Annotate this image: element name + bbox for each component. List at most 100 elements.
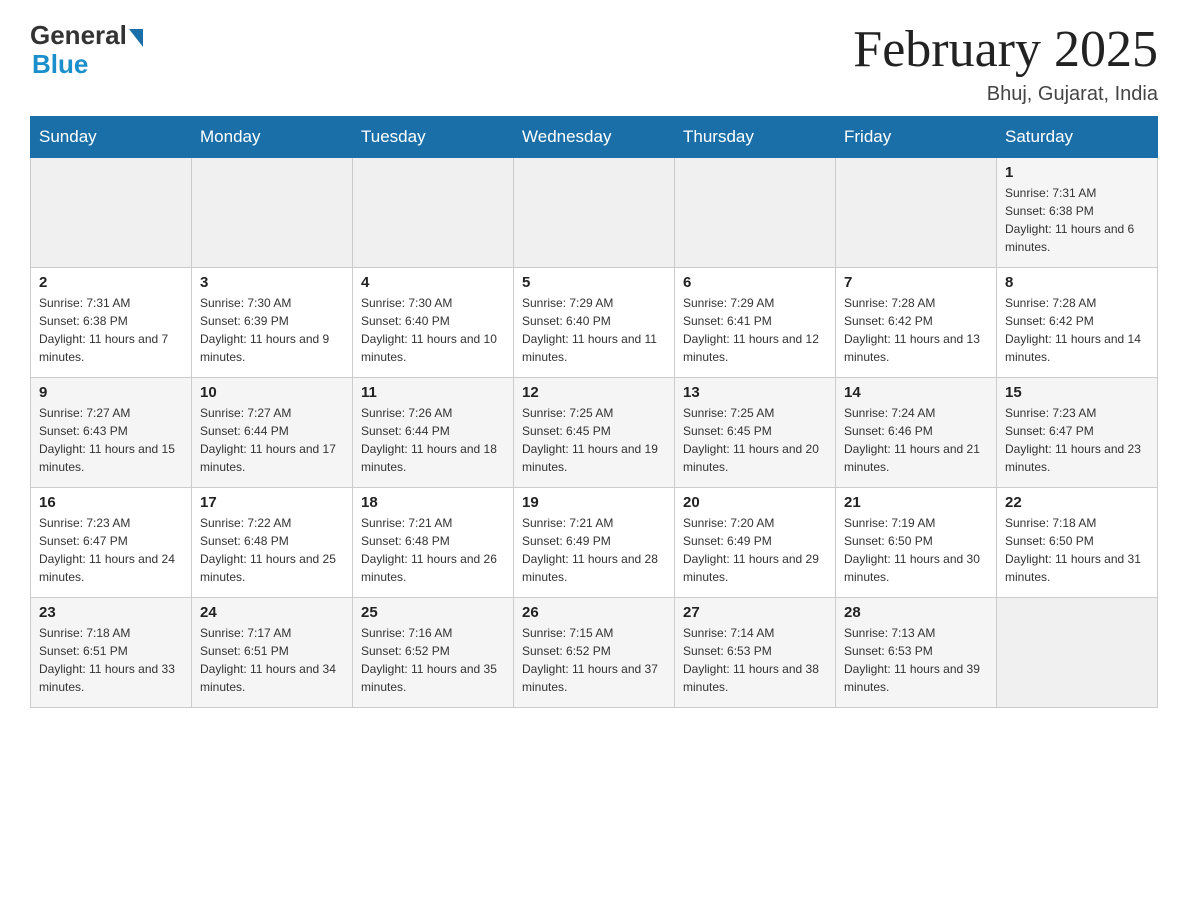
day-info: Sunrise: 7:28 AMSunset: 6:42 PMDaylight:… xyxy=(844,294,988,366)
calendar-cell: 11 Sunrise: 7:26 AMSunset: 6:44 PMDayligh… xyxy=(353,378,514,488)
day-number: 9 xyxy=(39,384,183,401)
calendar-week-row: 23 Sunrise: 7:18 AMSunset: 6:51 PMDayligh… xyxy=(31,598,1158,708)
day-info: Sunrise: 7:29 AMSunset: 6:41 PMDaylight:… xyxy=(683,294,827,366)
day-number: 23 xyxy=(39,604,183,621)
title-block: February 2025 Bhuj, Gujarat, India xyxy=(853,20,1158,106)
day-info: Sunrise: 7:15 AMSunset: 6:52 PMDaylight:… xyxy=(522,624,666,696)
calendar-cell: 10 Sunrise: 7:27 AMSunset: 6:44 PMDayligh… xyxy=(192,378,353,488)
day-number: 2 xyxy=(39,274,183,291)
day-of-week-header: Thursday xyxy=(675,117,836,158)
day-number: 5 xyxy=(522,274,666,291)
day-number: 6 xyxy=(683,274,827,291)
day-info: Sunrise: 7:24 AMSunset: 6:46 PMDaylight:… xyxy=(844,404,988,476)
day-info: Sunrise: 7:21 AMSunset: 6:49 PMDaylight:… xyxy=(522,514,666,586)
day-of-week-header: Sunday xyxy=(31,117,192,158)
day-number: 21 xyxy=(844,494,988,511)
page-header: General Blue February 2025 Bhuj, Gujarat… xyxy=(30,20,1158,106)
day-info: Sunrise: 7:14 AMSunset: 6:53 PMDaylight:… xyxy=(683,624,827,696)
day-number: 15 xyxy=(1005,384,1149,401)
day-info: Sunrise: 7:18 AMSunset: 6:51 PMDaylight:… xyxy=(39,624,183,696)
calendar-cell: 26 Sunrise: 7:15 AMSunset: 6:52 PMDayligh… xyxy=(514,598,675,708)
day-info: Sunrise: 7:20 AMSunset: 6:49 PMDaylight:… xyxy=(683,514,827,586)
calendar-cell: 18 Sunrise: 7:21 AMSunset: 6:48 PMDayligh… xyxy=(353,488,514,598)
logo-general-text: General xyxy=(30,20,127,51)
calendar-cell: 21 Sunrise: 7:19 AMSunset: 6:50 PMDayligh… xyxy=(836,488,997,598)
day-number: 22 xyxy=(1005,494,1149,511)
calendar-cell: 3 Sunrise: 7:30 AMSunset: 6:39 PMDaylight… xyxy=(192,268,353,378)
calendar-cell: 28Sunrise: 7:13 AMSunset: 6:53 PMDayligh… xyxy=(836,598,997,708)
day-number: 25 xyxy=(361,604,505,621)
calendar-cell: 1Sunrise: 7:31 AMSunset: 6:38 PMDaylight… xyxy=(997,158,1158,268)
calendar-cell xyxy=(353,158,514,268)
calendar-cell: 13 Sunrise: 7:25 AMSunset: 6:45 PMDayligh… xyxy=(675,378,836,488)
day-number: 26 xyxy=(522,604,666,621)
calendar-cell: 8 Sunrise: 7:28 AMSunset: 6:42 PMDaylight… xyxy=(997,268,1158,378)
calendar-cell xyxy=(514,158,675,268)
calendar-week-row: 9 Sunrise: 7:27 AMSunset: 6:43 PMDaylight… xyxy=(31,378,1158,488)
day-number: 4 xyxy=(361,274,505,291)
calendar-cell: 16Sunrise: 7:23 AMSunset: 6:47 PMDayligh… xyxy=(31,488,192,598)
day-of-week-header: Monday xyxy=(192,117,353,158)
day-info: Sunrise: 7:31 AMSunset: 6:38 PMDaylight:… xyxy=(1005,184,1149,256)
day-info: Sunrise: 7:13 AMSunset: 6:53 PMDaylight:… xyxy=(844,624,988,696)
location-subtitle: Bhuj, Gujarat, India xyxy=(853,83,1158,106)
day-info: Sunrise: 7:22 AMSunset: 6:48 PMDaylight:… xyxy=(200,514,344,586)
day-info: Sunrise: 7:23 AMSunset: 6:47 PMDaylight:… xyxy=(39,514,183,586)
day-number: 27 xyxy=(683,604,827,621)
month-title: February 2025 xyxy=(853,20,1158,79)
calendar-cell xyxy=(675,158,836,268)
day-number: 3 xyxy=(200,274,344,291)
day-of-week-header: Wednesday xyxy=(514,117,675,158)
calendar-cell: 17 Sunrise: 7:22 AMSunset: 6:48 PMDayligh… xyxy=(192,488,353,598)
calendar-cell: 24 Sunrise: 7:17 AMSunset: 6:51 PMDayligh… xyxy=(192,598,353,708)
calendar-week-row: 1Sunrise: 7:31 AMSunset: 6:38 PMDaylight… xyxy=(31,158,1158,268)
day-info: Sunrise: 7:27 AMSunset: 6:44 PMDaylight:… xyxy=(200,404,344,476)
day-info: Sunrise: 7:30 AMSunset: 6:39 PMDaylight:… xyxy=(200,294,344,366)
day-info: Sunrise: 7:30 AMSunset: 6:40 PMDaylight:… xyxy=(361,294,505,366)
day-number: 24 xyxy=(200,604,344,621)
day-info: Sunrise: 7:27 AMSunset: 6:43 PMDaylight:… xyxy=(39,404,183,476)
day-number: 11 xyxy=(361,384,505,401)
calendar-cell: 7Sunrise: 7:28 AMSunset: 6:42 PMDaylight… xyxy=(836,268,997,378)
day-number: 13 xyxy=(683,384,827,401)
day-info: Sunrise: 7:19 AMSunset: 6:50 PMDaylight:… xyxy=(844,514,988,586)
day-info: Sunrise: 7:28 AMSunset: 6:42 PMDaylight:… xyxy=(1005,294,1149,366)
calendar-table: SundayMondayTuesdayWednesdayThursdayFrid… xyxy=(30,116,1158,708)
day-info: Sunrise: 7:29 AMSunset: 6:40 PMDaylight:… xyxy=(522,294,666,366)
logo-arrow-icon xyxy=(129,29,143,47)
calendar-cell: 9 Sunrise: 7:27 AMSunset: 6:43 PMDaylight… xyxy=(31,378,192,488)
calendar-week-row: 2 Sunrise: 7:31 AMSunset: 6:38 PMDaylight… xyxy=(31,268,1158,378)
day-number: 17 xyxy=(200,494,344,511)
day-number: 19 xyxy=(522,494,666,511)
day-number: 10 xyxy=(200,384,344,401)
day-of-week-header: Tuesday xyxy=(353,117,514,158)
day-of-week-header: Friday xyxy=(836,117,997,158)
day-info: Sunrise: 7:21 AMSunset: 6:48 PMDaylight:… xyxy=(361,514,505,586)
day-number: 18 xyxy=(361,494,505,511)
calendar-week-row: 16Sunrise: 7:23 AMSunset: 6:47 PMDayligh… xyxy=(31,488,1158,598)
day-info: Sunrise: 7:17 AMSunset: 6:51 PMDaylight:… xyxy=(200,624,344,696)
calendar-cell xyxy=(192,158,353,268)
day-info: Sunrise: 7:25 AMSunset: 6:45 PMDaylight:… xyxy=(683,404,827,476)
calendar-cell xyxy=(836,158,997,268)
day-info: Sunrise: 7:25 AMSunset: 6:45 PMDaylight:… xyxy=(522,404,666,476)
days-of-week-row: SundayMondayTuesdayWednesdayThursdayFrid… xyxy=(31,117,1158,158)
calendar-cell: 12Sunrise: 7:25 AMSunset: 6:45 PMDayligh… xyxy=(514,378,675,488)
calendar-cell: 27 Sunrise: 7:14 AMSunset: 6:53 PMDayligh… xyxy=(675,598,836,708)
calendar-cell: 4 Sunrise: 7:30 AMSunset: 6:40 PMDaylight… xyxy=(353,268,514,378)
day-number: 20 xyxy=(683,494,827,511)
calendar-cell: 14 Sunrise: 7:24 AMSunset: 6:46 PMDayligh… xyxy=(836,378,997,488)
calendar-cell xyxy=(997,598,1158,708)
calendar-cell: 5 Sunrise: 7:29 AMSunset: 6:40 PMDaylight… xyxy=(514,268,675,378)
calendar-cell: 19 Sunrise: 7:21 AMSunset: 6:49 PMDayligh… xyxy=(514,488,675,598)
calendar-cell: 22 Sunrise: 7:18 AMSunset: 6:50 PMDayligh… xyxy=(997,488,1158,598)
day-info: Sunrise: 7:18 AMSunset: 6:50 PMDaylight:… xyxy=(1005,514,1149,586)
calendar-cell xyxy=(31,158,192,268)
day-info: Sunrise: 7:26 AMSunset: 6:44 PMDaylight:… xyxy=(361,404,505,476)
calendar-cell: 20 Sunrise: 7:20 AMSunset: 6:49 PMDayligh… xyxy=(675,488,836,598)
calendar-cell: 23 Sunrise: 7:18 AMSunset: 6:51 PMDayligh… xyxy=(31,598,192,708)
calendar-cell: 2 Sunrise: 7:31 AMSunset: 6:38 PMDaylight… xyxy=(31,268,192,378)
day-number: 8 xyxy=(1005,274,1149,291)
day-number: 14 xyxy=(844,384,988,401)
day-info: Sunrise: 7:31 AMSunset: 6:38 PMDaylight:… xyxy=(39,294,183,366)
